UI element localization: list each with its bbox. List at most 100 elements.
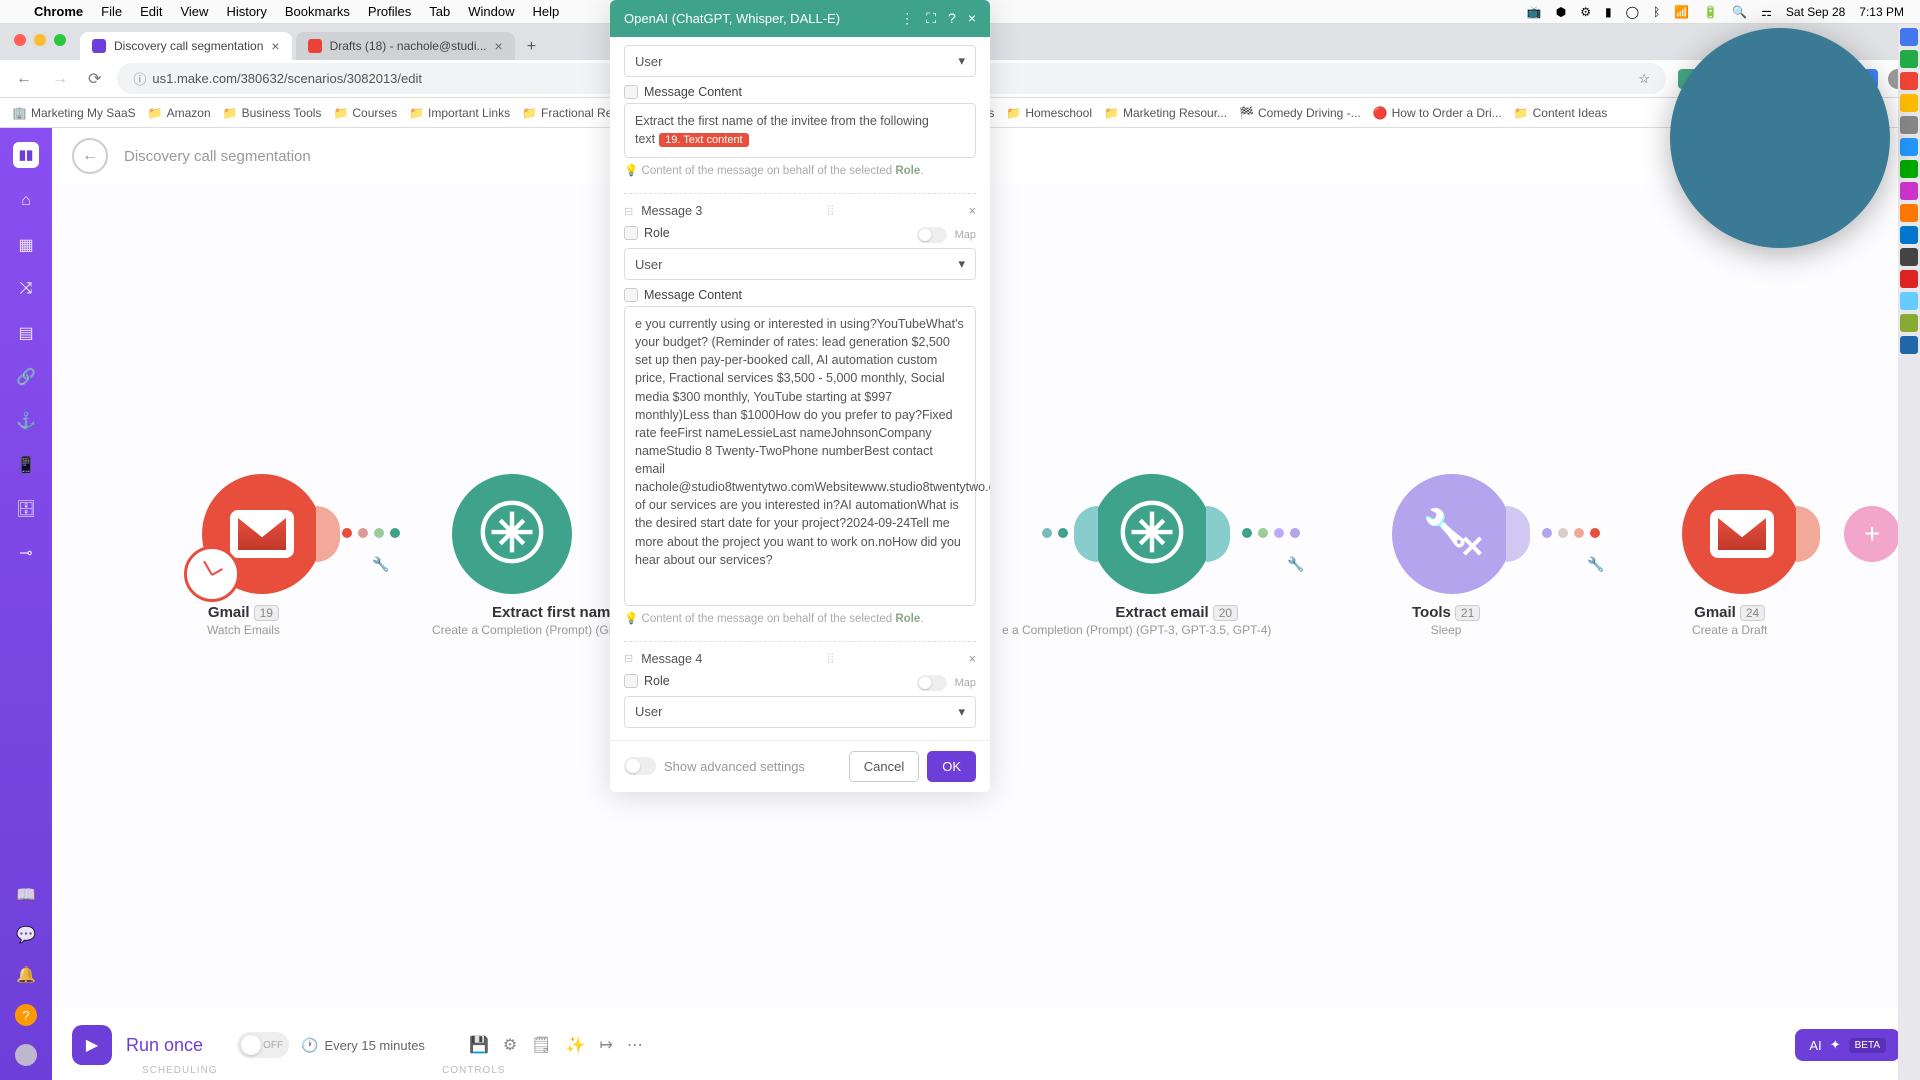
close-tab-icon[interactable]: × xyxy=(271,38,279,54)
node-extract-first-name[interactable] xyxy=(452,474,572,594)
map-toggle[interactable] xyxy=(917,675,947,691)
dock-icon[interactable] xyxy=(1900,116,1918,134)
dock-icon[interactable] xyxy=(1900,204,1918,222)
message-content-input[interactable]: e you currently using or interested in u… xyxy=(624,306,976,606)
tray-icon[interactable]: 📺 xyxy=(1527,5,1542,19)
tab-active[interactable]: Discovery call segmentation × xyxy=(80,32,292,60)
nav-avatar[interactable] xyxy=(15,1044,37,1066)
dock-icon[interactable] xyxy=(1900,336,1918,354)
dock-icon[interactable] xyxy=(1900,182,1918,200)
bookmark[interactable]: 🏢Marketing My SaaS xyxy=(12,106,136,120)
menu-view[interactable]: View xyxy=(180,4,208,19)
message-content-input[interactable]: Extract the first name of the invitee fr… xyxy=(624,103,976,158)
node-input-port[interactable] xyxy=(1074,506,1098,562)
control-center-icon[interactable]: ⚎ xyxy=(1761,5,1772,19)
more-icon[interactable]: ⋯ xyxy=(627,1035,643,1055)
tray-icon[interactable]: ⚙ xyxy=(1580,5,1591,19)
role-select[interactable]: User▾ xyxy=(624,45,976,77)
bookmark[interactable]: 📁Marketing Resour... xyxy=(1104,106,1227,120)
advanced-toggle[interactable]: Show advanced settings xyxy=(624,757,805,775)
tray-icon[interactable]: ⬢ xyxy=(1556,5,1566,19)
collapse-icon[interactable]: ⊟ xyxy=(624,652,633,665)
role-select[interactable]: User▾ xyxy=(624,248,976,280)
auto-align-icon[interactable]: ✨ xyxy=(566,1035,586,1055)
remove-message-icon[interactable]: × xyxy=(969,204,976,218)
drag-handle-icon[interactable]: ⁞⁞ xyxy=(827,652,834,666)
drag-handle-icon[interactable]: ⁞⁞ xyxy=(827,204,834,218)
variable-pill[interactable]: 19. Text content xyxy=(659,133,748,147)
menu-help[interactable]: Help xyxy=(533,4,560,19)
nav-grid-icon[interactable]: ▦ xyxy=(15,234,37,256)
back-icon[interactable]: ← xyxy=(12,70,36,88)
bookmark[interactable]: 🏁Comedy Driving -... xyxy=(1239,106,1361,120)
tab-inactive[interactable]: Drafts (18) - nachole@studi... × xyxy=(296,32,515,60)
search-icon[interactable]: 🔍 xyxy=(1732,5,1747,19)
nav-webhooks-icon[interactable]: ⚓ xyxy=(15,410,37,432)
modal-help-icon[interactable]: ? xyxy=(948,10,956,27)
dock-icon[interactable] xyxy=(1900,270,1918,288)
run-label[interactable]: Run once xyxy=(126,1035,203,1056)
menu-tab[interactable]: Tab xyxy=(429,4,450,19)
nav-bell-icon[interactable]: 🔔 xyxy=(15,964,37,986)
close-tab-icon[interactable]: × xyxy=(495,38,503,54)
ok-button[interactable]: OK xyxy=(927,751,976,782)
maximize-window[interactable] xyxy=(54,34,66,46)
battery-icon[interactable]: 🔋 xyxy=(1703,5,1718,19)
menu-history[interactable]: History xyxy=(226,4,266,19)
node-output-port[interactable] xyxy=(316,506,340,562)
bookmark[interactable]: 📁Courses xyxy=(333,106,397,120)
close-window[interactable] xyxy=(14,34,26,46)
bookmark[interactable]: 📁Amazon xyxy=(148,106,211,120)
webcam-overlay[interactable] xyxy=(1670,28,1890,248)
nav-resource-icon[interactable]: 📖 xyxy=(15,884,37,906)
dock-icon[interactable] xyxy=(1900,72,1918,90)
nav-data-icon[interactable]: 🗄 xyxy=(15,498,37,520)
nav-templates-icon[interactable]: ▤ xyxy=(15,322,37,344)
node-extract-email[interactable] xyxy=(1092,474,1212,594)
menu-profiles[interactable]: Profiles xyxy=(368,4,411,19)
modal-expand-icon[interactable]: ⛶ xyxy=(926,10,936,27)
nav-connections-icon[interactable]: 🔗 xyxy=(15,366,37,388)
menu-edit[interactable]: Edit xyxy=(140,4,162,19)
schedule-interval[interactable]: Every 15 minutes xyxy=(301,1037,425,1054)
wrench-icon[interactable]: 🔧 xyxy=(372,556,389,573)
menubar-date[interactable]: Sat Sep 28 xyxy=(1786,5,1845,19)
settings-icon[interactable]: ⚙ xyxy=(503,1035,517,1055)
minimize-window[interactable] xyxy=(34,34,46,46)
dock-icon[interactable] xyxy=(1900,50,1918,68)
bookmark[interactable]: 🔴How to Order a Dri... xyxy=(1373,106,1502,120)
bookmark[interactable]: 📁Homeschool xyxy=(1006,106,1092,120)
menu-window[interactable]: Window xyxy=(468,4,514,19)
collapse-icon[interactable]: ⊟ xyxy=(624,205,633,218)
add-node-button[interactable]: + xyxy=(1844,506,1900,562)
back-button[interactable]: ← xyxy=(72,138,108,174)
node-output-port[interactable] xyxy=(1506,506,1530,562)
nav-feedback-icon[interactable]: 💬 xyxy=(15,924,37,946)
bluetooth-icon[interactable]: ᛒ xyxy=(1653,5,1660,19)
dock-icon[interactable] xyxy=(1900,28,1918,46)
dock-icon[interactable] xyxy=(1900,226,1918,244)
app-name[interactable]: Chrome xyxy=(34,4,83,19)
nav-help-icon[interactable]: ? xyxy=(15,1004,37,1026)
scenario-title[interactable]: Discovery call segmentation xyxy=(124,148,311,165)
wrench-icon[interactable]: 🔧 xyxy=(1587,556,1604,573)
reload-icon[interactable]: ⟳ xyxy=(84,69,105,89)
node-gmail-draft[interactable] xyxy=(1682,474,1802,594)
node-output-port[interactable] xyxy=(1796,506,1820,562)
menu-bookmarks[interactable]: Bookmarks xyxy=(285,4,350,19)
dock-icon[interactable] xyxy=(1900,94,1918,112)
dock-icon[interactable] xyxy=(1900,138,1918,156)
new-tab-button[interactable]: + xyxy=(519,34,544,60)
wifi-icon[interactable]: 📶 xyxy=(1674,5,1689,19)
modal-close-icon[interactable]: × xyxy=(968,10,976,27)
node-gmail-watch[interactable] xyxy=(202,474,322,594)
tray-icon[interactable]: ▮ xyxy=(1605,5,1612,19)
run-button[interactable]: ▶ xyxy=(72,1025,112,1065)
node-tools-sleep[interactable] xyxy=(1392,474,1512,594)
nav-mobile-icon[interactable]: 📱 xyxy=(15,454,37,476)
bookmark[interactable]: 📁Business Tools xyxy=(223,106,322,120)
star-icon[interactable]: ☆ xyxy=(1638,71,1650,87)
remove-message-icon[interactable]: × xyxy=(969,652,976,666)
schedule-toggle[interactable]: OFF xyxy=(237,1032,289,1058)
cancel-button[interactable]: Cancel xyxy=(849,751,919,782)
